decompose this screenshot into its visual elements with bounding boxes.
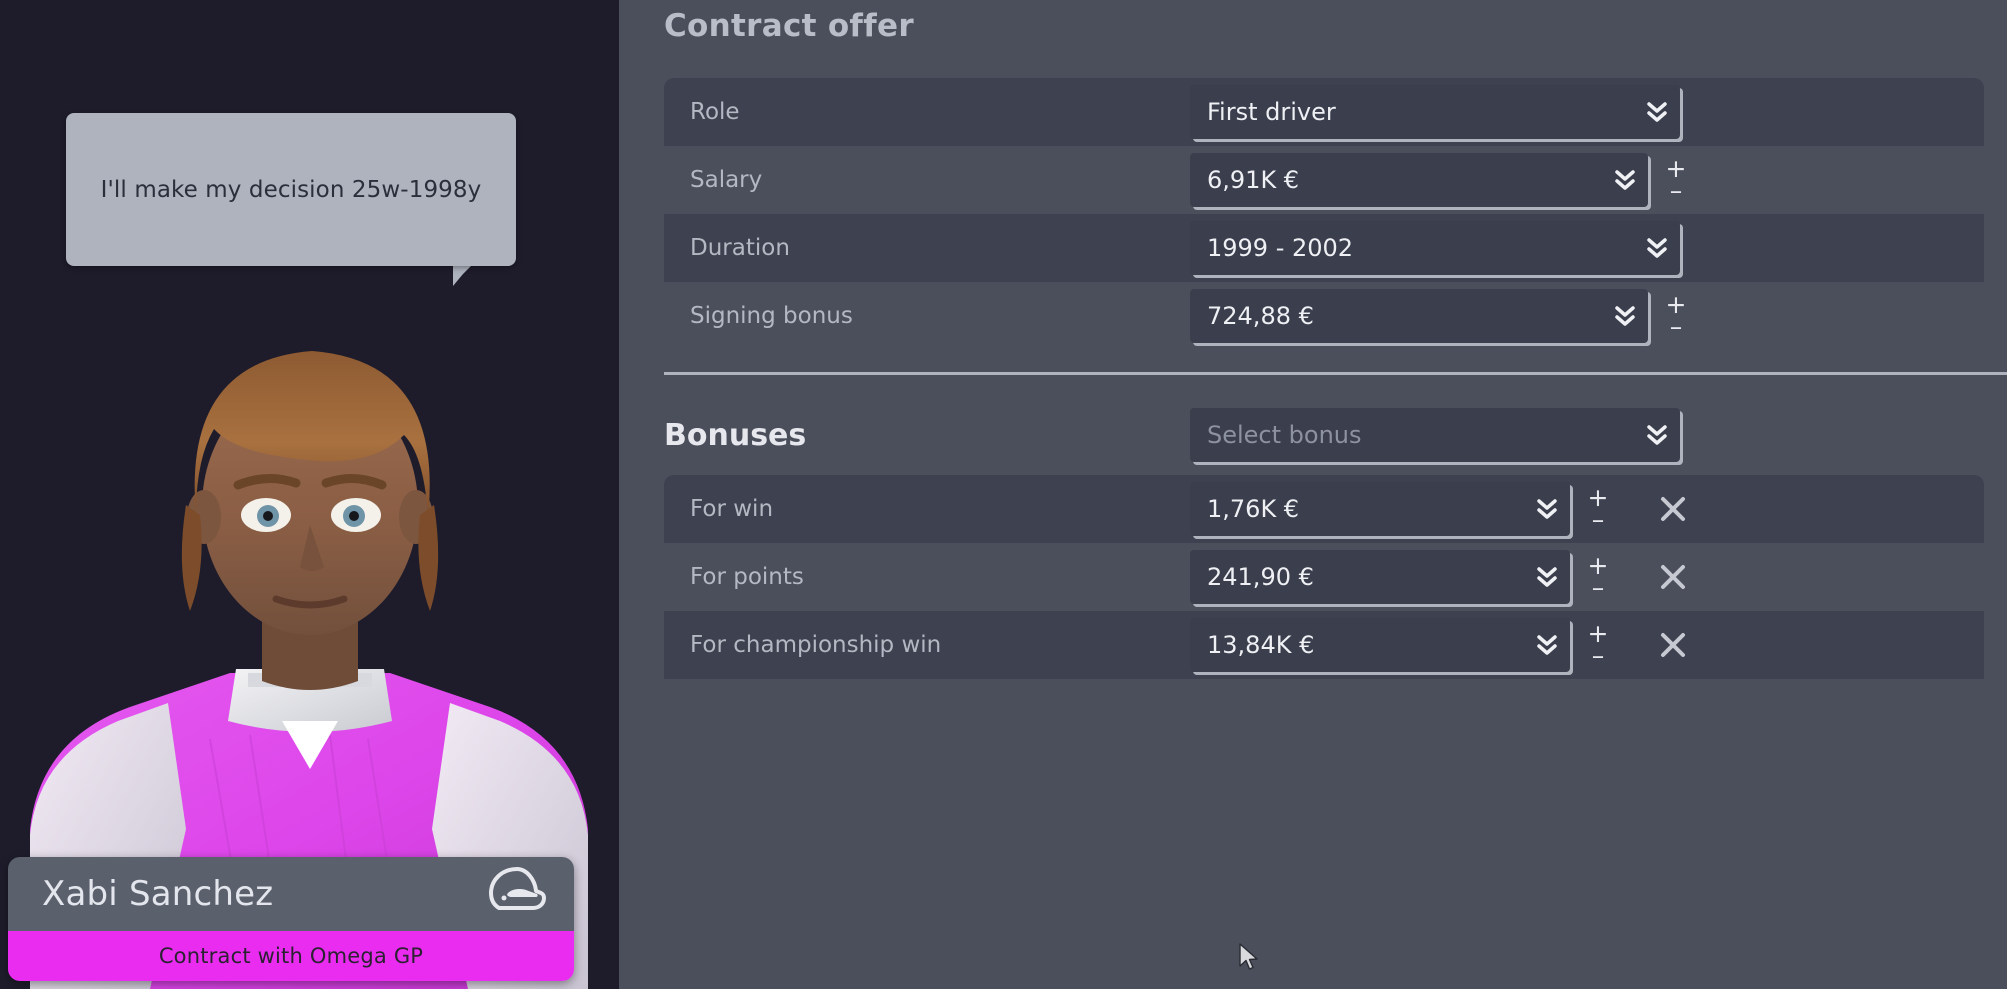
bonus-label: For win — [690, 496, 774, 522]
contract-field-value: 724,88 € — [1207, 302, 1314, 330]
contract-field-label: Salary — [690, 167, 763, 193]
helmet-icon — [486, 866, 548, 922]
bonus-dropdown[interactable]: 241,90 € — [1190, 550, 1570, 604]
value-stepper[interactable]: + – — [1658, 289, 1694, 343]
bonus-row: For championship win 13,84K € + – — [664, 611, 1984, 679]
bonus-control[interactable]: 1,76K € + – — [1190, 482, 1708, 536]
bonus-row: For points 241,90 € + – — [664, 543, 1984, 611]
contract-offer-screen: I'll make my decision 25w-1998y Xabi San… — [0, 0, 2007, 989]
remove-bonus-button[interactable] — [1638, 482, 1708, 536]
chevron-double-down-icon[interactable] — [1524, 496, 1570, 522]
bonuses-list: For win 1,76K € + – For points 241,90 € + – For … — [664, 475, 1984, 679]
contract-field-row: Signing bonus 724,88 € + – — [664, 282, 1984, 350]
chevron-double-down-icon[interactable] — [1634, 422, 1680, 448]
contract-field-dropdown[interactable]: First driver — [1190, 85, 1680, 139]
contract-field-row: Duration 1999 - 2002 — [664, 214, 1984, 282]
select-bonus-control[interactable]: Select bonus — [1190, 408, 1680, 462]
contract-field-row: Role First driver — [664, 78, 1984, 146]
remove-bonus-button[interactable] — [1638, 618, 1708, 672]
select-bonus-dropdown[interactable]: Select bonus — [1190, 408, 1680, 462]
bonus-label: For points — [690, 564, 804, 590]
chevron-double-down-icon[interactable] — [1602, 303, 1648, 329]
contract-field-value: 1999 - 2002 — [1207, 234, 1354, 262]
bonus-value: 1,76K € — [1207, 495, 1300, 523]
driver-panel: I'll make my decision 25w-1998y Xabi San… — [0, 0, 619, 989]
decrement-button[interactable]: – — [1658, 178, 1694, 203]
contract-field-dropdown[interactable]: 1999 - 2002 — [1190, 221, 1680, 275]
select-bonus-value: Select bonus — [1207, 421, 1362, 449]
remove-bonus-button[interactable] — [1638, 550, 1708, 604]
contract-field-label: Signing bonus — [690, 303, 853, 329]
contract-form-panel: Contract offer Role First driver Salary 6,9… — [619, 0, 2007, 989]
bonus-control[interactable]: 241,90 € + – — [1190, 550, 1708, 604]
bonus-value: 13,84K € — [1207, 631, 1315, 659]
decrement-button[interactable]: – — [1658, 314, 1694, 339]
chevron-double-down-icon[interactable] — [1634, 99, 1680, 125]
contract-field-value: First driver — [1207, 98, 1336, 126]
mouse-cursor — [1238, 943, 1260, 977]
contract-field-control[interactable]: 724,88 € + – — [1190, 289, 1694, 343]
bonus-control[interactable]: 13,84K € + – — [1190, 618, 1708, 672]
value-stepper[interactable]: + – — [1580, 482, 1616, 536]
chevron-double-down-icon[interactable] — [1524, 632, 1570, 658]
bonus-dropdown[interactable]: 1,76K € — [1190, 482, 1570, 536]
speech-bubble-text: I'll make my decision 25w-1998y — [100, 176, 482, 203]
contract-fields-list: Role First driver Salary 6,91K € + – Duration 1… — [664, 78, 1984, 350]
driver-contract-team: Contract with Omega GP — [158, 944, 424, 968]
driver-name-plate: Xabi Sanchez Contract with Omega GP — [8, 857, 574, 981]
contract-field-dropdown[interactable]: 6,91K € — [1190, 153, 1648, 207]
bonus-row: For win 1,76K € + – — [664, 475, 1984, 543]
value-stepper[interactable]: + – — [1658, 153, 1694, 207]
decrement-button[interactable]: – — [1580, 643, 1616, 668]
decrement-button[interactable]: – — [1580, 575, 1616, 600]
value-stepper[interactable]: + – — [1580, 550, 1616, 604]
driver-portrait-stage: I'll make my decision 25w-1998y Xabi San… — [0, 0, 619, 989]
contract-field-control[interactable]: First driver — [1190, 85, 1680, 139]
chevron-double-down-icon[interactable] — [1524, 564, 1570, 590]
value-stepper[interactable]: + – — [1580, 618, 1616, 672]
chevron-double-down-icon[interactable] — [1634, 235, 1680, 261]
driver-name: Xabi Sanchez — [42, 874, 274, 914]
contract-field-value: 6,91K € — [1207, 166, 1300, 194]
contract-field-label: Role — [690, 99, 740, 125]
bonus-label: For championship win — [690, 632, 942, 658]
driver-name-plate-top: Xabi Sanchez — [8, 857, 574, 931]
bonuses-header: Bonuses Select bonus — [664, 400, 1984, 470]
bonus-value: 241,90 € — [1207, 563, 1314, 591]
section-divider — [664, 372, 2007, 375]
bonuses-title: Bonuses — [664, 417, 807, 453]
chevron-double-down-icon[interactable] — [1602, 167, 1648, 193]
contract-field-dropdown[interactable]: 724,88 € — [1190, 289, 1648, 343]
decrement-button[interactable]: – — [1580, 507, 1616, 532]
contract-field-control[interactable]: 1999 - 2002 — [1190, 221, 1680, 275]
page-title: Contract offer — [664, 8, 914, 44]
contract-field-row: Salary 6,91K € + – — [664, 146, 1984, 214]
contract-field-control[interactable]: 6,91K € + – — [1190, 153, 1694, 207]
speech-bubble: I'll make my decision 25w-1998y — [66, 113, 516, 266]
driver-contract-banner: Contract with Omega GP — [8, 931, 574, 981]
bonus-dropdown[interactable]: 13,84K € — [1190, 618, 1570, 672]
contract-field-label: Duration — [690, 235, 790, 261]
